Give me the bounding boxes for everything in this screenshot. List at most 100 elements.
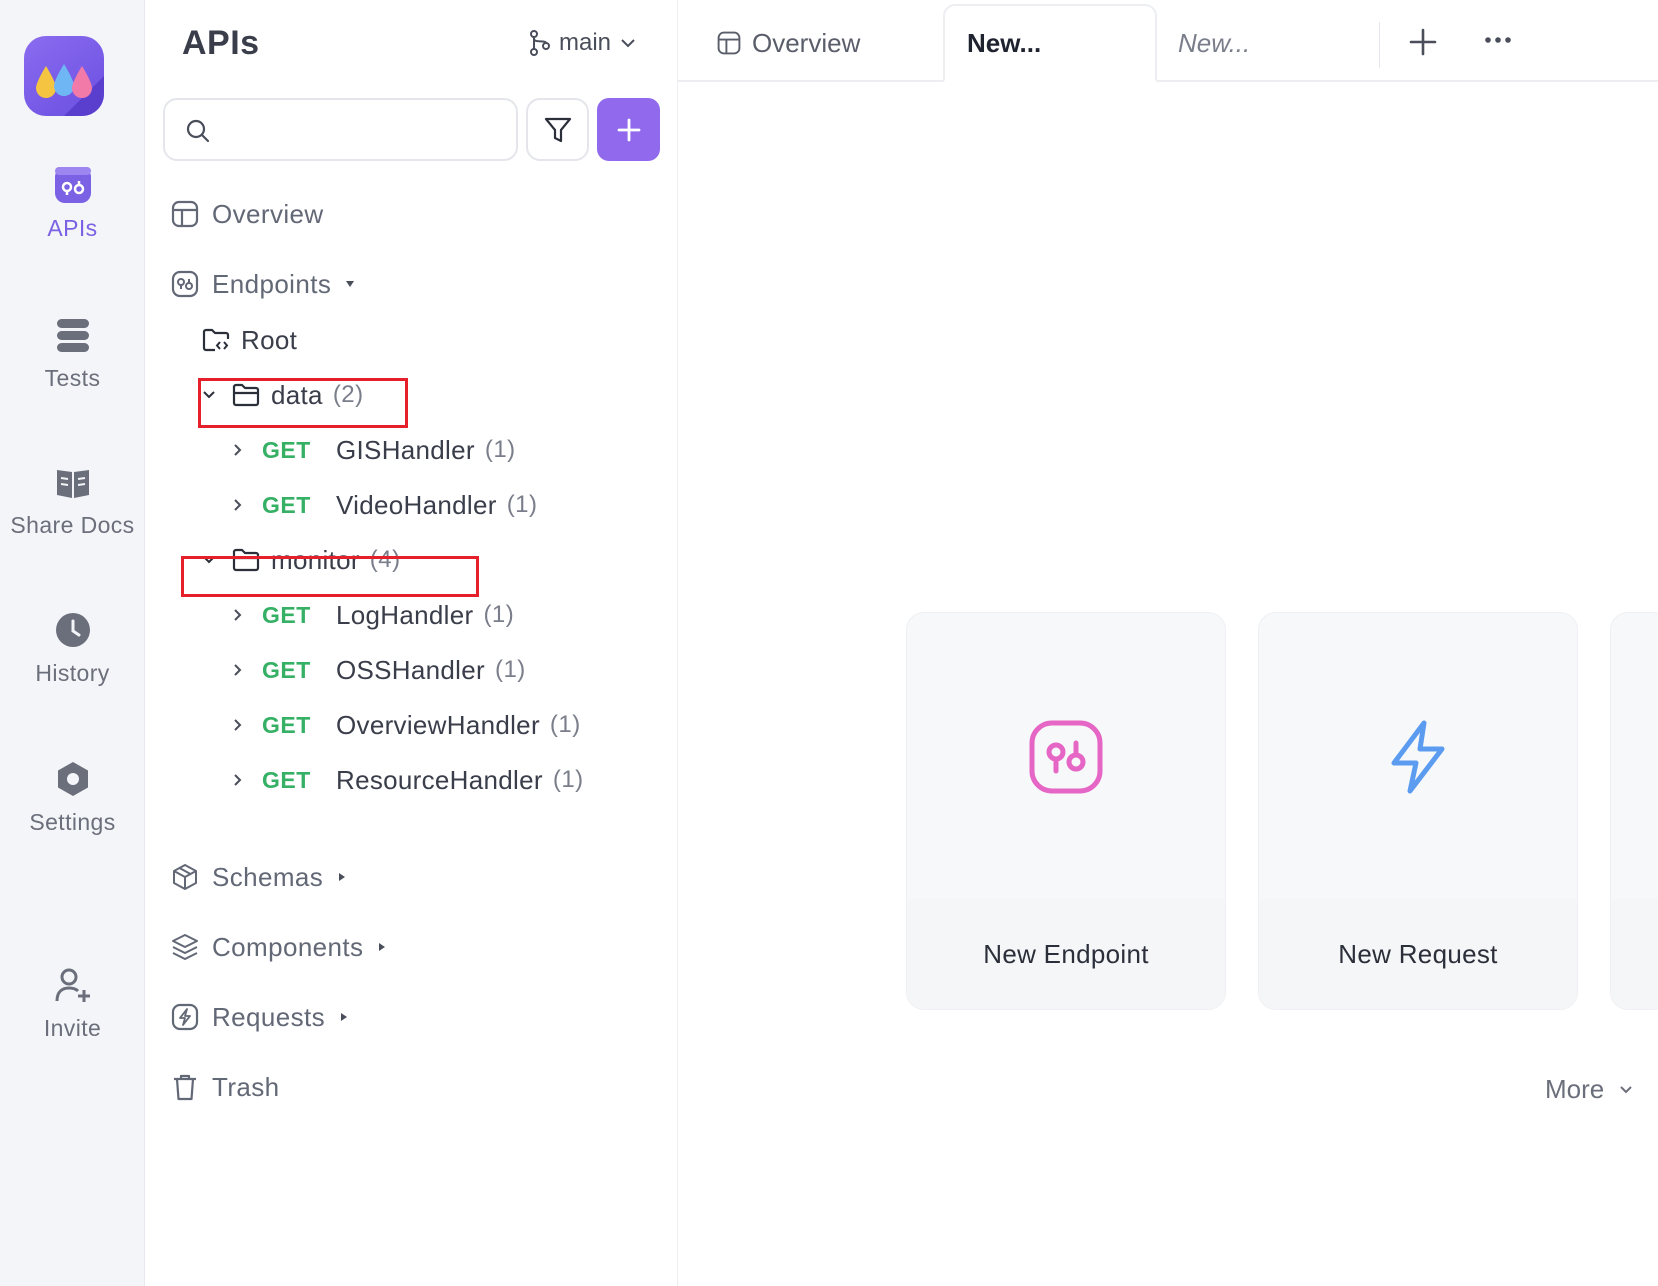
tree-requests[interactable]: Requests xyxy=(170,995,349,1039)
method-badge: GET xyxy=(262,601,311,628)
rail-label-tests: Tests xyxy=(44,365,101,391)
chevron-right-icon xyxy=(234,499,242,511)
overview-icon xyxy=(717,31,741,55)
rail-label-apis: APIs xyxy=(47,215,98,241)
tab-overview-label: Overview xyxy=(752,27,861,58)
root-label: Root xyxy=(241,324,298,355)
new-tab-plus-icon[interactable] xyxy=(1403,22,1443,62)
endpoint-name: GISHandler xyxy=(336,434,475,465)
endpoint-row[interactable]: GET OSSHandler (1) xyxy=(232,648,526,692)
logo-icon xyxy=(36,64,104,116)
endpoint-row[interactable]: GET ResourceHandler (1) xyxy=(232,758,584,802)
tree-endpoints[interactable]: Endpoints xyxy=(170,262,355,306)
method-badge: GET xyxy=(262,711,311,738)
folder-open-icon xyxy=(232,548,260,572)
rail-item-apis[interactable]: APIs xyxy=(0,165,145,242)
tab-overview[interactable]: Overview xyxy=(716,4,860,82)
tab-divider xyxy=(1379,22,1380,68)
add-button[interactable] xyxy=(597,98,660,161)
search-input[interactable] xyxy=(219,110,509,150)
new-request-card[interactable]: New Request xyxy=(1258,612,1578,1010)
trash-label: Trash xyxy=(212,1071,280,1102)
tree-schemas[interactable]: Schemas xyxy=(170,855,347,899)
filter-icon xyxy=(544,117,571,142)
new-endpoint-card[interactable]: New Endpoint xyxy=(906,612,1226,1010)
endpoint-name: ResourceHandler xyxy=(336,764,543,795)
tab-new-label: New... xyxy=(967,27,1042,58)
tree-root-folder[interactable]: Root xyxy=(201,318,297,362)
rail-label-history: History xyxy=(35,660,110,686)
search-icon xyxy=(186,119,210,143)
chevron-down-icon xyxy=(203,556,215,564)
app-logo[interactable] xyxy=(24,36,104,116)
tree-components[interactable]: Components xyxy=(170,925,387,969)
more-options-icon[interactable] xyxy=(1478,22,1518,62)
main-panel: Overview New... New... New Endpoint New … xyxy=(678,0,1658,1286)
branch-selector[interactable]: main xyxy=(529,26,637,60)
rail-label-invite: Invite xyxy=(43,1015,102,1041)
folder-count: (4) xyxy=(369,546,401,573)
chevron-right-icon xyxy=(234,719,242,731)
endpoint-count: (1) xyxy=(506,491,538,518)
rail-label-settings: Settings xyxy=(29,809,116,835)
tab-new-active[interactable]: New... xyxy=(943,4,1157,82)
overview-icon xyxy=(171,200,199,228)
tree-folder-monitor[interactable]: monitor (4) xyxy=(201,538,401,582)
rail-item-history[interactable]: History xyxy=(0,610,145,687)
branch-name: main xyxy=(559,29,612,56)
rail-item-invite[interactable]: Invite xyxy=(0,965,145,1042)
method-badge: GET xyxy=(262,491,311,518)
clock-icon xyxy=(55,613,90,647)
tree-folder-data[interactable]: data (2) xyxy=(201,373,364,417)
chevron-right-icon xyxy=(234,774,242,786)
rail-label-share-docs: Share Docs xyxy=(10,512,135,538)
tab-new-preview[interactable]: New... xyxy=(1178,4,1250,82)
endpoint-count: (1) xyxy=(484,436,516,463)
tree-trash[interactable]: Trash xyxy=(170,1065,280,1109)
tests-icon xyxy=(56,319,89,352)
rail-item-settings[interactable]: Settings xyxy=(0,759,145,836)
tree-overview[interactable]: Overview xyxy=(170,192,324,236)
chevron-right-icon xyxy=(234,664,242,676)
requests-label: Requests xyxy=(212,1001,326,1032)
endpoint-name: LogHandler xyxy=(336,599,474,630)
chevron-right-icon xyxy=(234,444,242,456)
endpoint-row[interactable]: GET LogHandler (1) xyxy=(232,593,514,637)
plus-icon xyxy=(617,118,640,141)
endpoint-name: OverviewHandler xyxy=(336,709,540,740)
method-badge: GET xyxy=(262,766,311,793)
overview-label: Overview xyxy=(212,198,324,229)
lightning-icon xyxy=(1391,720,1445,794)
user-plus-icon xyxy=(55,968,90,1002)
book-icon xyxy=(56,470,89,498)
folder-count: (2) xyxy=(332,381,364,408)
endpoint-row[interactable]: GET GISHandler (1) xyxy=(232,428,516,472)
endpoint-count: (1) xyxy=(552,766,584,793)
gear-icon xyxy=(57,762,88,796)
rail-item-share-docs[interactable]: Share Docs xyxy=(0,462,145,539)
left-rail: APIs Tests Share Docs History Settings I… xyxy=(0,0,145,1286)
card-label: New Endpoint xyxy=(983,939,1149,969)
sidebar-title: APIs xyxy=(182,24,260,62)
api-icon xyxy=(54,167,91,203)
rail-item-tests[interactable]: Tests xyxy=(0,315,145,392)
endpoint-icon xyxy=(1029,720,1103,794)
endpoints-label: Endpoints xyxy=(212,268,332,299)
next-card-partial[interactable] xyxy=(1610,612,1658,1010)
endpoint-row[interactable]: GET OverviewHandler (1) xyxy=(232,703,581,747)
layers-icon xyxy=(172,934,198,960)
api-sidebar: APIs main Overview Endpoints Root data (… xyxy=(145,0,678,1286)
more-button[interactable]: More xyxy=(1545,1074,1634,1105)
filter-button[interactable] xyxy=(526,98,589,161)
endpoint-row[interactable]: GET VideoHandler (1) xyxy=(232,483,538,527)
chevron-down-icon xyxy=(621,39,635,48)
tab-new-label: New... xyxy=(1178,27,1251,58)
branch-icon xyxy=(530,30,550,56)
folder-name: monitor xyxy=(271,544,360,575)
caret-down-icon xyxy=(346,281,355,287)
components-label: Components xyxy=(212,931,364,962)
search-box[interactable] xyxy=(163,98,518,161)
card-footer xyxy=(1611,899,1658,1009)
more-label: More xyxy=(1545,1074,1605,1104)
endpoint-count: (1) xyxy=(494,656,526,683)
